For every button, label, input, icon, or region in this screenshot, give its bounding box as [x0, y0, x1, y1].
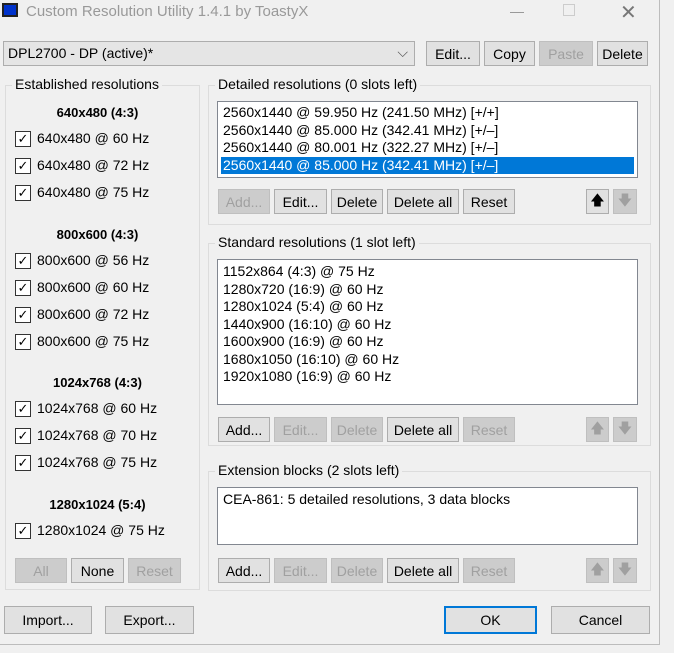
- list-item[interactable]: CEA-861: 5 detailed resolutions, 3 data …: [221, 491, 634, 509]
- move-down-icon[interactable]: 🡇: [613, 189, 637, 214]
- checkbox[interactable]: ✓: [15, 455, 31, 471]
- list-item[interactable]: 1280x720 (16:9) @ 60 Hz: [221, 281, 634, 299]
- window-title: Custom Resolution Utility 1.4.1 by Toast…: [26, 3, 309, 20]
- list-item[interactable]: 2560x1440 @ 85.000 Hz (342.41 MHz) [+/–]: [221, 122, 634, 140]
- checkbox[interactable]: ✓: [15, 307, 31, 323]
- detailed-edit-button[interactable]: Edit...: [274, 189, 327, 214]
- move-up-icon[interactable]: 🡅: [586, 189, 609, 214]
- none-button[interactable]: None: [71, 558, 124, 583]
- extension-edit-button[interactable]: Edit...: [274, 558, 327, 583]
- extension-delete-button[interactable]: Delete: [331, 558, 383, 583]
- standard-label: Standard resolutions (1 slot left): [215, 234, 419, 250]
- established-label: Established resolutions: [12, 76, 162, 92]
- reset-established-button[interactable]: Reset: [128, 558, 181, 583]
- list-item[interactable]: 1920x1080 (16:9) @ 60 Hz: [221, 368, 634, 386]
- detailed-delete-all-button[interactable]: Delete all: [387, 189, 459, 214]
- cancel-button[interactable]: Cancel: [551, 606, 650, 634]
- import-button[interactable]: Import...: [4, 606, 92, 634]
- standard-down-icon[interactable]: 🡇: [613, 417, 637, 442]
- list-item[interactable]: 2560x1440 @ 85.000 Hz (342.41 MHz) [+/–]: [221, 156, 634, 174]
- standard-list[interactable]: 1152x864 (4:3) @ 75 Hz 1280x720 (16:9) @ …: [217, 259, 638, 405]
- extension-reset-button[interactable]: Reset: [463, 558, 515, 583]
- checkbox-label[interactable]: 640x480 @ 72 Hz: [37, 157, 149, 173]
- detailed-list[interactable]: 2560x1440 @ 59.950 Hz (241.50 MHz) [+/+]…: [217, 101, 638, 178]
- checkbox-label[interactable]: 640x480 @ 75 Hz: [37, 184, 149, 200]
- list-item[interactable]: 1152x864 (4:3) @ 75 Hz: [221, 263, 634, 281]
- minimize-button[interactable]: [510, 12, 524, 13]
- standard-delete-all-button[interactable]: Delete all: [387, 417, 459, 442]
- monitor-select-value: DPL2700 - DP (active)*: [8, 45, 154, 61]
- checkbox-label[interactable]: 800x600 @ 56 Hz: [37, 252, 149, 268]
- resolution-group-header: 1280x1024 (5:4): [49, 497, 146, 512]
- checkbox[interactable]: ✓: [15, 334, 31, 350]
- resolution-group-header: 1024x768 (4:3): [53, 375, 142, 390]
- detailed-reset-button[interactable]: Reset: [463, 189, 515, 214]
- checkbox-label[interactable]: 800x600 @ 60 Hz: [37, 279, 149, 295]
- copy-button[interactable]: Copy: [484, 41, 535, 66]
- standard-edit-button[interactable]: Edit...: [274, 417, 327, 442]
- list-item[interactable]: 1600x900 (16:9) @ 60 Hz: [221, 333, 634, 351]
- app-icon: [2, 3, 18, 17]
- all-button[interactable]: All: [15, 558, 67, 583]
- detailed-delete-button[interactable]: Delete: [331, 189, 383, 214]
- standard-reset-button[interactable]: Reset: [463, 417, 515, 442]
- checkbox-label[interactable]: 1024x768 @ 75 Hz: [37, 454, 157, 470]
- checkbox-label[interactable]: 640x480 @ 60 Hz: [37, 130, 149, 146]
- detailed-add-button[interactable]: Add...: [218, 189, 270, 214]
- chevron-down-icon: ⌵: [397, 44, 408, 60]
- checkbox[interactable]: ✓: [15, 401, 31, 417]
- checkbox-label[interactable]: 1024x768 @ 70 Hz: [37, 427, 157, 443]
- checkbox[interactable]: ✓: [15, 428, 31, 444]
- checkbox[interactable]: ✓: [15, 158, 31, 174]
- extension-up-icon[interactable]: 🡅: [586, 558, 609, 583]
- resolution-group-header: 800x600 (4:3): [56, 227, 139, 242]
- checkbox-label[interactable]: 1024x768 @ 60 Hz: [37, 400, 157, 416]
- checkbox-label[interactable]: 1280x1024 @ 75 Hz: [37, 522, 165, 538]
- extension-list[interactable]: CEA-861: 5 detailed resolutions, 3 data …: [217, 487, 638, 545]
- delete-monitor-button[interactable]: Delete: [597, 41, 648, 66]
- checkbox[interactable]: ✓: [15, 131, 31, 147]
- checkbox[interactable]: ✓: [15, 253, 31, 269]
- checkbox-label[interactable]: 800x600 @ 72 Hz: [37, 306, 149, 322]
- standard-delete-button[interactable]: Delete: [331, 417, 383, 442]
- list-item[interactable]: 1280x1024 (5:4) @ 60 Hz: [221, 298, 634, 316]
- extension-add-button[interactable]: Add...: [218, 558, 270, 583]
- extension-label: Extension blocks (2 slots left): [215, 462, 403, 478]
- main-window: Custom Resolution Utility 1.4.1 by Toast…: [0, 0, 660, 645]
- resolution-group-header: 640x480 (4:3): [56, 105, 139, 120]
- maximize-button[interactable]: [563, 4, 575, 16]
- checkbox[interactable]: ✓: [15, 185, 31, 201]
- edit-monitor-button[interactable]: Edit...: [426, 41, 480, 66]
- export-button[interactable]: Export...: [105, 606, 194, 634]
- list-item[interactable]: 2560x1440 @ 80.001 Hz (322.27 MHz) [+/–]: [221, 139, 634, 157]
- paste-button[interactable]: Paste: [539, 41, 593, 66]
- list-item[interactable]: 2560x1440 @ 59.950 Hz (241.50 MHz) [+/+]: [221, 104, 634, 122]
- standard-add-button[interactable]: Add...: [218, 417, 270, 442]
- extension-delete-all-button[interactable]: Delete all: [387, 558, 459, 583]
- checkbox[interactable]: ✓: [15, 280, 31, 296]
- standard-up-icon[interactable]: 🡅: [586, 417, 609, 442]
- monitor-select[interactable]: DPL2700 - DP (active)* ⌵: [3, 41, 415, 66]
- close-button[interactable]: ✕: [620, 0, 637, 25]
- checkbox-label[interactable]: 800x600 @ 75 Hz: [37, 333, 149, 349]
- extension-down-icon[interactable]: 🡇: [613, 558, 637, 583]
- list-item[interactable]: 1440x900 (16:10) @ 60 Hz: [221, 316, 634, 334]
- checkbox[interactable]: ✓: [15, 523, 31, 539]
- ok-button[interactable]: OK: [444, 606, 537, 634]
- detailed-label: Detailed resolutions (0 slots left): [215, 76, 421, 92]
- list-item[interactable]: 1680x1050 (16:10) @ 60 Hz: [221, 351, 634, 369]
